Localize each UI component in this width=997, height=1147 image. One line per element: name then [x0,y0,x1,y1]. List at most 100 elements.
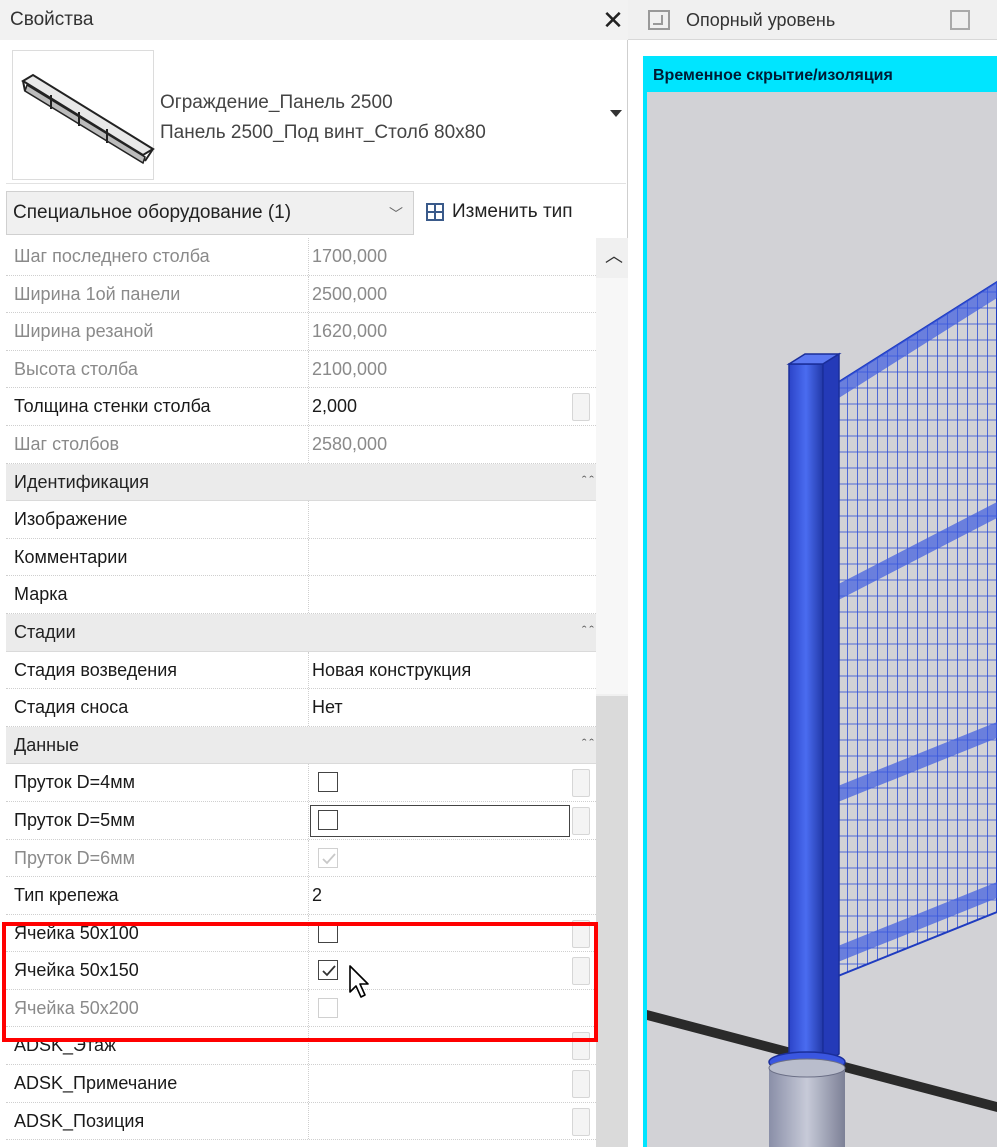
column-separator [308,839,309,877]
property-name: Стадия сноса [14,697,129,718]
properties-palette: Свойства ✕ Ограждение_Панель 2500 Панель… [0,0,628,1147]
associate-parameter-button[interactable] [572,806,590,835]
property-row[interactable]: Ячейка 50x100 [6,914,596,953]
property-row[interactable]: Тип крепежа 2 [6,877,596,915]
group-name: Стадии [14,621,76,642]
property-row[interactable]: ADSK_Позиция [6,1102,596,1141]
temporary-hide-isolate-banner: Временное скрытие/изоляция [647,60,997,92]
property-row[interactable]: Пруток D=5мм [6,801,596,840]
column-separator [308,801,309,839]
dropdown-arrow-icon[interactable] [610,110,622,117]
edit-type-button[interactable]: Изменить тип [420,191,620,235]
column-separator [308,238,309,275]
3d-viewport[interactable]: Временное скрытие/изоляция [643,56,997,1147]
property-checkbox [318,847,338,868]
chevron-down-icon: ﹀ [389,206,403,222]
property-checkbox[interactable] [318,809,338,830]
property-checkbox[interactable] [318,922,338,943]
property-value: 2100,000 [312,358,388,379]
property-row[interactable]: Высота столба 2100,000 [6,350,596,389]
instance-filter-dropdown[interactable]: Специальное оборудование (1) ﹀ [6,191,414,235]
column-separator [308,877,309,914]
scrollbar-thumb[interactable] [596,696,628,1147]
palette-title: Свойства [10,9,94,30]
column-separator [308,989,309,1027]
property-value[interactable]: 2 [312,877,568,914]
property-row[interactable]: ADSK_Примечание [6,1065,596,1103]
property-name: Шаг столбов [14,433,120,454]
floor-plan-icon [648,10,670,30]
property-name: Шаг последнего столба [14,246,210,266]
property-value[interactable] [312,1103,568,1140]
type-selector[interactable]: Ограждение_Панель 2500 Панель 2500_Под в… [6,46,626,184]
property-row[interactable]: Шаг столбов 2580,000 [6,425,596,464]
column-separator [308,952,309,989]
property-row[interactable]: Толщина стенки столба 2,000 [6,388,596,426]
fence-3d-model [647,280,997,1147]
palette-title-bar: Свойства ✕ [0,0,628,40]
property-group-header[interactable]: Данные ⌃⌃ [6,726,596,765]
column-separator [308,538,309,576]
scrollbar-track[interactable] [596,278,628,694]
property-row[interactable]: Комментарии [6,538,596,577]
edit-type-icon [426,203,444,221]
view-3d-icon[interactable] [950,10,970,30]
property-value: 2500,000 [312,283,388,304]
associate-parameter-button[interactable] [572,1070,590,1099]
property-row[interactable]: Изображение [6,501,596,539]
property-value[interactable] [312,576,568,613]
active-value-editor[interactable] [310,804,570,837]
property-row[interactable]: Пруток D=6мм [6,839,596,878]
property-row[interactable]: Ширина резаной 1620,000 [6,313,596,351]
property-row[interactable]: Стадия сноса Нет [6,689,596,727]
property-value[interactable] [312,1065,568,1102]
property-name: Пруток D=4мм [14,772,135,793]
property-checkbox[interactable] [318,772,338,793]
group-name: Идентификация [14,471,149,492]
property-name: Ширина 1ой панели [14,283,181,304]
property-group-header[interactable]: Стадии ⌃⌃ [6,613,596,652]
column-separator [308,1102,309,1140]
property-name: Ширина резаной [14,321,154,342]
collapse-group-icon[interactable]: ⌃⌃ [580,738,596,748]
associate-parameter-button[interactable] [572,1032,590,1061]
property-row[interactable]: ADSK_Этаж [6,1027,596,1066]
column-separator [308,651,309,689]
property-value[interactable] [312,539,568,576]
property-row[interactable]: Шаг последнего столба 1700,000 [6,238,596,276]
column-separator [308,1027,309,1065]
collapse-group-icon[interactable]: ⌃⌃ [580,475,596,485]
property-value[interactable]: Нет [312,689,568,726]
view-tab-reference-level[interactable]: Опорный уровень [686,10,835,31]
property-row[interactable]: Ячейка 50x150 [6,952,596,990]
property-name: Стадия возведения [14,659,178,680]
column-separator [308,313,309,350]
properties-scrollbar[interactable]: ︿ [596,238,628,1147]
close-icon[interactable]: ✕ [600,4,626,36]
property-value[interactable]: Новая конструкция [312,652,568,689]
associate-parameter-button[interactable] [572,919,590,948]
property-value[interactable] [312,501,568,538]
property-checkbox[interactable] [318,960,338,981]
associate-parameter-button[interactable] [572,769,590,798]
property-name: Комментарии [14,546,128,567]
property-row[interactable]: Марка [6,576,596,614]
associate-parameter-button[interactable] [572,393,590,422]
properties-grid: Шаг последнего столба 1700,000 Ширина 1ой … [6,238,596,1141]
property-value[interactable]: 2,000 [312,388,568,425]
chevron-up-icon[interactable]: ︿ [605,242,623,268]
column-separator [308,388,309,425]
checkmark-icon [322,852,336,864]
associate-parameter-button[interactable] [572,1107,590,1136]
property-row[interactable]: Стадия возведения Новая конструкция [6,651,596,690]
property-value: 1700,000 [312,246,388,266]
instance-filter-label: Специальное оборудование (1) [13,202,292,223]
property-value[interactable] [312,1027,568,1064]
collapse-group-icon[interactable]: ⌃⌃ [580,625,596,635]
property-row[interactable]: Ширина 1ой панели 2500,000 [6,275,596,314]
property-row[interactable]: Ячейка 50x200 [6,989,596,1028]
column-separator [308,425,309,463]
associate-parameter-button[interactable] [572,957,590,986]
property-row[interactable]: Пруток D=4мм [6,764,596,802]
property-group-header[interactable]: Идентификация ⌃⌃ [6,463,596,502]
